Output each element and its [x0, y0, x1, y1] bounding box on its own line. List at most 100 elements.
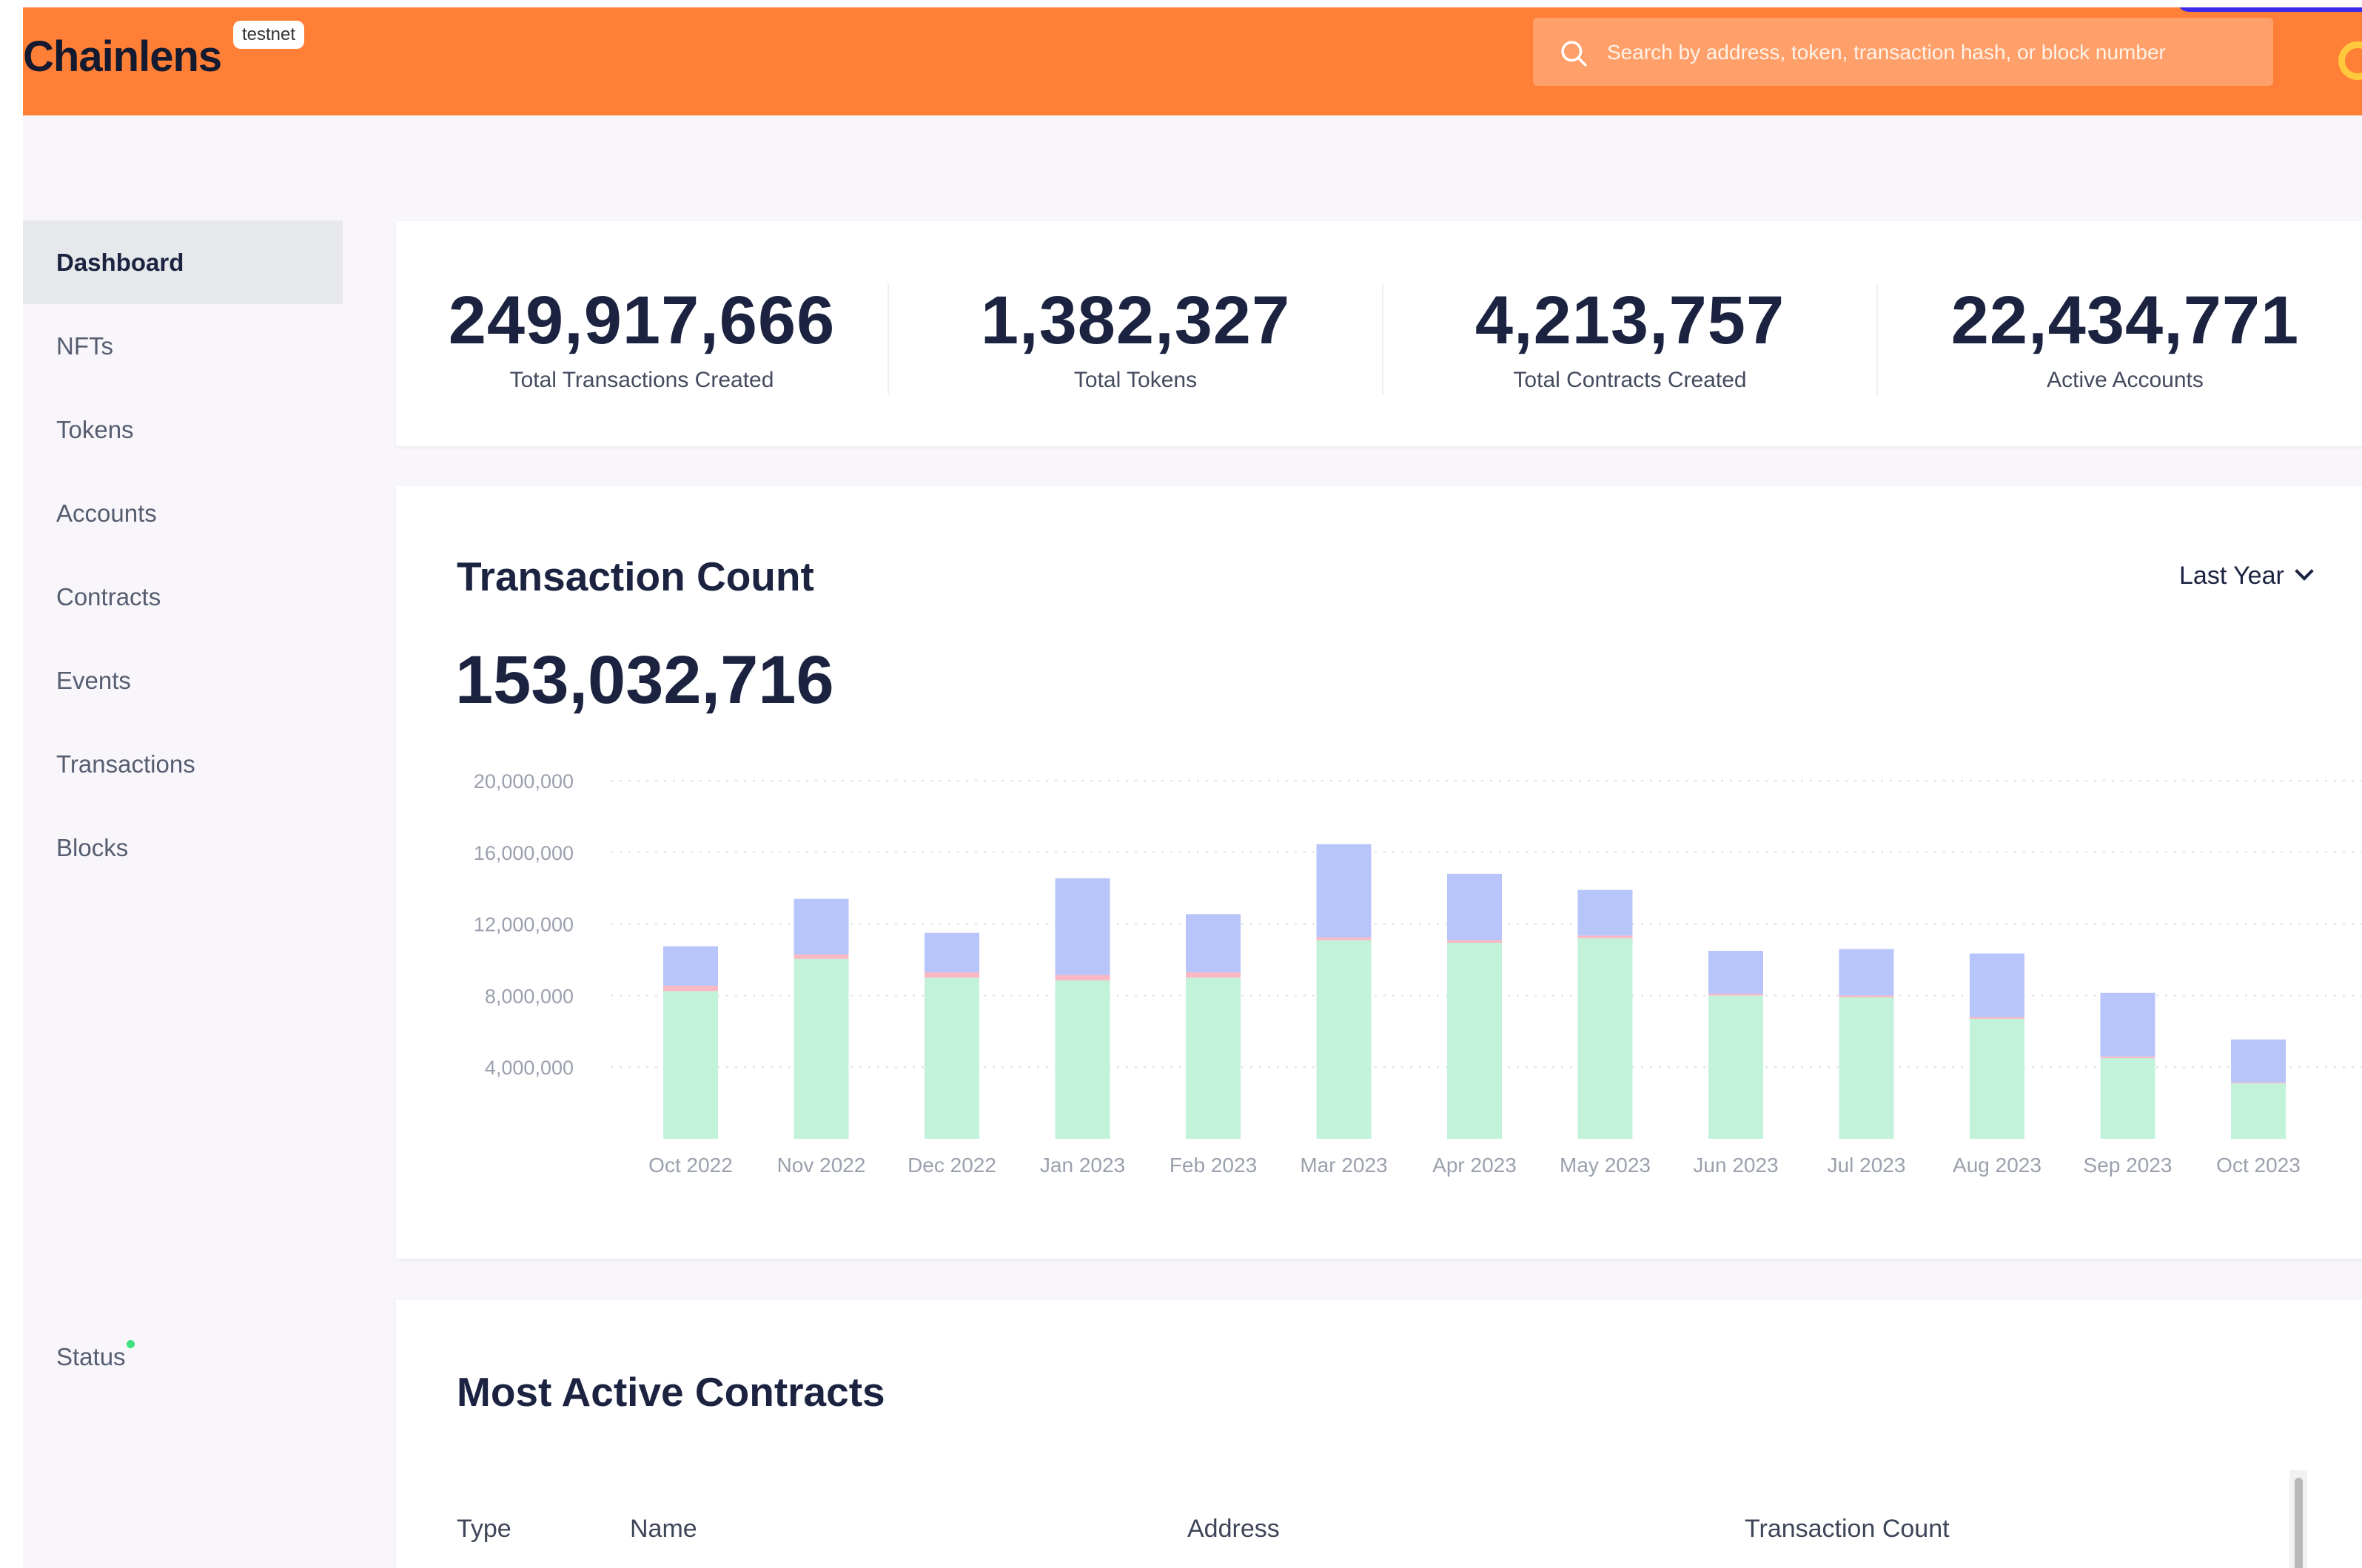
- bar-segment: [2100, 992, 2155, 1057]
- page-margin: [0, 0, 23, 1568]
- bar-segment: [925, 932, 979, 972]
- bar-segment: [1186, 978, 1241, 1139]
- stat-total-contracts: 4,213,757 Total Contracts Created: [1383, 221, 1876, 446]
- y-tick-label: 16,000,000: [474, 842, 574, 864]
- bar-segment: [1970, 1017, 2024, 1019]
- x-tick-label: Oct 2023: [2216, 1154, 2301, 1177]
- sidebar-item-transactions[interactable]: Transactions: [23, 722, 343, 806]
- stats-card: 249,917,666 Total Transactions Created 1…: [396, 221, 2362, 446]
- x-tick-label: Aug 2023: [1953, 1154, 2041, 1177]
- stat-label: Total Tokens: [1073, 368, 1198, 392]
- column-header-address[interactable]: Address: [1187, 1515, 1280, 1544]
- bar-segment: [794, 898, 849, 955]
- y-tick-label: 8,000,000: [485, 985, 574, 1007]
- bar-segment: [1447, 943, 1502, 1139]
- bar-segment: [2100, 1056, 2155, 1059]
- stat-value: 22,434,771: [1950, 283, 2300, 358]
- logo[interactable]: Chainlens: [23, 32, 222, 81]
- x-tick-label: Feb 2023: [1170, 1154, 1257, 1177]
- x-tick-label: Nov 2022: [777, 1154, 866, 1177]
- bar-segment: [2231, 1039, 2286, 1083]
- bar-segment: [2100, 1058, 2155, 1139]
- corner-accent: [2177, 7, 2362, 12]
- bar-segment: [1708, 993, 1763, 996]
- sidebar-item-tokens[interactable]: Tokens: [23, 388, 343, 471]
- bar-segment: [663, 986, 718, 992]
- sidebar-item-accounts[interactable]: Accounts: [23, 471, 343, 555]
- bar-segment: [925, 978, 979, 1139]
- stat-total-tokens: 1,382,327 Total Tokens: [889, 221, 1382, 446]
- bar-segment: [1055, 878, 1110, 975]
- bar-segment: [1970, 953, 2024, 1017]
- bar-segment: [1316, 844, 1372, 938]
- stat-value: 1,382,327: [980, 283, 1291, 358]
- transaction-chart: 4,000,000 8,000,000 12,000,000 16,000,000 20…: [474, 770, 2362, 1177]
- search-bar[interactable]: [1533, 18, 2273, 87]
- bar-segment: [1708, 995, 1763, 1139]
- status-label: Status: [56, 1343, 126, 1370]
- x-tick-label: Mar 2023: [1300, 1154, 1387, 1177]
- sidebar-item-contracts[interactable]: Contracts: [23, 555, 343, 639]
- bar-segment: [1316, 937, 1372, 941]
- y-tick-label: 20,000,000: [474, 770, 574, 793]
- stat-label: Total Contracts Created: [1513, 368, 1747, 392]
- bar-segment: [925, 972, 979, 978]
- stat-value: 249,917,666: [448, 283, 836, 358]
- most-active-contracts-card: Most Active Contracts Type Name Address …: [396, 1300, 2362, 1568]
- bar-segment: [1839, 949, 1894, 996]
- bar-segment: [1055, 980, 1110, 1139]
- stat-value: 4,213,757: [1474, 283, 1785, 358]
- user-avatar[interactable]: [2338, 41, 2362, 80]
- sidebar-item-dashboard[interactable]: Dashboard: [23, 221, 343, 304]
- search-icon: [1561, 41, 1587, 67]
- x-tick-label: May 2023: [1560, 1154, 1651, 1177]
- x-tick-label: Dec 2022: [907, 1154, 996, 1177]
- bar-segment: [663, 946, 718, 986]
- x-tick-label: Oct 2022: [648, 1154, 733, 1177]
- bar-segment: [2231, 1083, 2286, 1139]
- bar-segment: [1577, 938, 1633, 1139]
- sidebar-item-events[interactable]: Events: [23, 639, 343, 722]
- y-tick-label: 12,000,000: [474, 914, 574, 936]
- transaction-count-card: Transaction Count Last Year 153,032,716 …: [396, 486, 2362, 1259]
- contracts-title: Most Active Contracts: [457, 1369, 885, 1415]
- table-scrollbar[interactable]: [2289, 1470, 2307, 1568]
- stat-total-transactions: 249,917,666 Total Transactions Created: [396, 221, 888, 446]
- scrollbar-thumb[interactable]: [2295, 1478, 2303, 1568]
- y-tick-label: 4,000,000: [485, 1057, 574, 1079]
- bar-segment: [663, 991, 718, 1139]
- status-indicator: [126, 1340, 135, 1348]
- x-tick-label: Sep 2023: [2084, 1154, 2173, 1177]
- env-badge: testnet: [233, 21, 305, 49]
- bar-segment: [1839, 997, 1894, 1139]
- bar-segment: [1577, 889, 1633, 936]
- bar-segment: [1055, 975, 1110, 980]
- stat-label: Active Accounts: [2047, 368, 2204, 392]
- search-input[interactable]: [1606, 18, 2260, 87]
- column-header-name[interactable]: Name: [630, 1515, 697, 1544]
- bar-segment: [794, 954, 849, 959]
- sidebar-item-blocks[interactable]: Blocks: [23, 806, 343, 889]
- bar-segment: [1577, 935, 1633, 938]
- bar-segment: [1316, 940, 1372, 1139]
- column-header-type[interactable]: Type: [457, 1515, 511, 1544]
- x-tick-label: Apr 2023: [1432, 1154, 1517, 1177]
- x-tick-label: Jun 2023: [1693, 1154, 1778, 1177]
- bar-segment: [1447, 873, 1502, 941]
- stat-active-accounts: 22,434,771 Active Accounts: [1878, 221, 2362, 446]
- column-header-transaction-count[interactable]: Transaction Count: [1745, 1515, 1950, 1544]
- x-tick-label: Jan 2023: [1040, 1154, 1125, 1177]
- sidebar-item-status[interactable]: Status: [56, 1340, 135, 1371]
- bar-segment: [1708, 950, 1763, 994]
- x-tick-label: Jul 2023: [1828, 1154, 1906, 1177]
- bar-segment: [1186, 914, 1241, 972]
- app-window: Chainlens testnet Dashboard NFTs Tokens …: [23, 7, 2362, 1568]
- sidebar: Dashboard NFTs Tokens Accounts Contracts…: [23, 221, 343, 889]
- bar-segment: [1447, 940, 1502, 943]
- top-bar: Chainlens testnet: [23, 7, 2362, 115]
- bar-segment: [1186, 972, 1241, 978]
- sidebar-item-nfts[interactable]: NFTs: [23, 304, 343, 388]
- bar-segment: [794, 958, 849, 1139]
- bar-segment: [1970, 1018, 2024, 1139]
- bar-segment: [1839, 995, 1894, 997]
